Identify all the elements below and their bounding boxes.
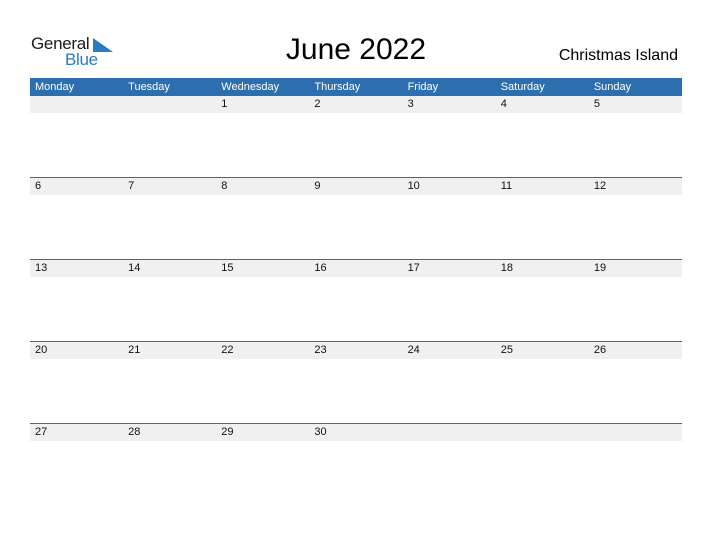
day-cell: 29: [221, 426, 234, 438]
day-cell: 7: [128, 180, 135, 192]
date-strip: 20 21 22 23 24 25 26: [30, 342, 682, 359]
day-cell: 24: [407, 344, 420, 356]
day-cell: 2: [314, 98, 321, 110]
date-strip: 1 2 3 4 5: [30, 96, 682, 113]
date-strip: 6 7 8 9 10 11 12: [30, 178, 682, 195]
day-cell: 11: [500, 180, 513, 192]
weekday-header: Monday Tuesday Wednesday Thursday Friday…: [30, 78, 682, 96]
day-cell: 10: [407, 180, 420, 192]
day-cell: 28: [128, 426, 141, 438]
date-strip: 13 14 15 16 17 18 19: [30, 260, 682, 277]
weekday-sunday: Sunday: [593, 81, 632, 93]
day-cell: 20: [35, 344, 48, 356]
day-cell: 25: [500, 344, 513, 356]
week-row-2: 6 7 8 9 10 11 12: [30, 177, 682, 259]
day-cell: 30: [314, 426, 327, 438]
weekday-wednesday: Wednesday: [221, 81, 280, 93]
day-cell: [30, 96, 123, 113]
week-row-3: 13 14 15 16 17 18 19: [30, 259, 682, 341]
day-cell: 9: [314, 180, 321, 192]
day-cell: 26: [593, 344, 607, 356]
date-strip: 27 28 29 30: [30, 424, 682, 441]
day-cell: 12: [593, 180, 607, 192]
weekday-monday: Monday: [35, 81, 75, 93]
day-cell: 27: [35, 426, 48, 438]
week-row-4: 20 21 22 23 24 25 26: [30, 341, 682, 423]
day-cell: [589, 424, 682, 441]
weekday-friday: Friday: [407, 81, 439, 93]
calendar-grid: Monday Tuesday Wednesday Thursday Friday…: [30, 78, 682, 505]
day-cell: 19: [593, 262, 607, 274]
day-cell: 1: [221, 98, 228, 110]
weekday-tuesday: Tuesday: [128, 81, 170, 93]
weekday-thursday: Thursday: [314, 81, 361, 93]
day-cell: 4: [500, 98, 507, 110]
day-cell: 14: [128, 262, 141, 274]
day-cell: [496, 424, 589, 441]
day-cell: 21: [128, 344, 141, 356]
day-cell: 3: [407, 98, 414, 110]
day-cell: 13: [35, 262, 48, 274]
day-cell: 5: [593, 98, 600, 110]
region-label: Christmas Island: [558, 47, 678, 64]
day-cell: 15: [221, 262, 234, 274]
day-cell: 23: [314, 344, 327, 356]
day-cell: 6: [35, 180, 42, 192]
day-cell: 16: [314, 262, 327, 274]
day-cell: 8: [221, 180, 228, 192]
day-cell: [123, 96, 216, 113]
week-row-1: 1 2 3 4 5: [30, 96, 682, 177]
week-row-5: 27 28 29 30: [30, 423, 682, 505]
day-cell: 18: [500, 262, 513, 274]
day-cell: 17: [407, 262, 420, 274]
weekday-saturday: Saturday: [500, 81, 545, 93]
day-cell: [403, 424, 496, 441]
day-cell: 22: [221, 344, 234, 356]
